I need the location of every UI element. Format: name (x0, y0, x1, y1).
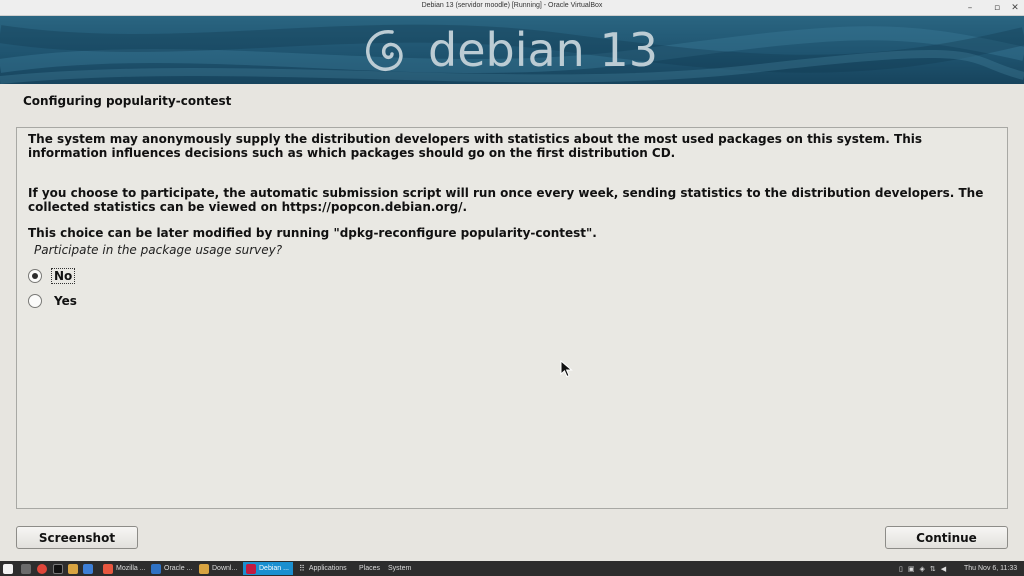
launcher-app-icon[interactable] (83, 562, 93, 575)
vm-window-titlebar: Debian 13 (servidor moodle) [Running] - … (0, 0, 1024, 16)
installer-panel: Configuring popularity-contest The syste… (0, 84, 1024, 561)
description-paragraph-3: This choice can be later modified by run… (28, 226, 597, 240)
option-yes-label[interactable]: Yes (52, 294, 79, 308)
page-title: Configuring popularity-contest (23, 94, 232, 108)
debian-logo-text: debian 13 (428, 23, 658, 77)
restore-button[interactable]: ▫ (990, 1, 1004, 15)
description-paragraph-1: The system may anonymously supply the di… (28, 132, 922, 160)
show-desktop-icon[interactable] (21, 562, 31, 575)
folder-icon (199, 563, 209, 574)
task-debian[interactable]: Debian ... (243, 562, 293, 575)
debian-icon (246, 563, 256, 574)
close-button[interactable]: ✕ (1008, 1, 1022, 15)
task-mozilla[interactable]: Mozilla ... (100, 562, 150, 575)
vm-window-title: Debian 13 (servidor moodle) [Running] - … (421, 2, 603, 9)
option-yes[interactable]: Yes (28, 292, 79, 310)
places-menu[interactable]: Places (359, 562, 380, 575)
question-content-box: The system may anonymously supply the di… (16, 127, 1008, 509)
radio-no[interactable] (28, 269, 42, 283)
option-no-label[interactable]: No (50, 268, 76, 284)
firefox-icon (103, 563, 113, 574)
network-icon[interactable]: ⇅ (930, 565, 936, 573)
debian-banner: debian 13 (0, 16, 1024, 84)
task-downloads[interactable]: Downl... (196, 562, 241, 575)
launcher-terminal-icon[interactable] (53, 562, 63, 575)
radio-yes[interactable] (28, 294, 42, 308)
debian-swirl-icon (366, 30, 403, 71)
system-tray: ▯ ▣ ◈ ⇅ ◀ (899, 562, 946, 575)
system-menu[interactable]: System (388, 562, 411, 575)
option-no[interactable]: No (28, 267, 76, 285)
applications-menu[interactable]: ⠿ Applications (299, 562, 347, 575)
task-oracle[interactable]: Oracle ... (148, 562, 196, 575)
battery-icon[interactable]: ▯ (899, 565, 903, 573)
clock[interactable]: Thu Nov 6, 11:33 (964, 562, 1017, 575)
shield-icon[interactable]: ◈ (919, 565, 924, 573)
start-menu-icon[interactable] (3, 562, 13, 575)
continue-button[interactable]: Continue (885, 526, 1008, 549)
minimize-button[interactable]: – (963, 1, 977, 15)
clipboard-icon[interactable]: ▣ (908, 565, 915, 573)
mouse-pointer-icon (560, 360, 573, 378)
screenshot-button[interactable]: Screenshot (16, 526, 138, 549)
grid-icon: ⠿ (299, 564, 305, 573)
survey-question: Participate in the package usage survey? (34, 243, 283, 257)
debian-logo: debian 13 (362, 24, 658, 76)
description-paragraph-2: If you choose to participate, the automa… (28, 186, 984, 214)
launcher-vivaldi-icon[interactable] (37, 562, 47, 575)
host-taskbar: Mozilla ... Oracle ... Downl... Debian .… (0, 561, 1024, 576)
volume-icon[interactable]: ◀ (941, 565, 946, 573)
virtualbox-icon (151, 563, 161, 574)
launcher-files-icon[interactable] (68, 562, 78, 575)
